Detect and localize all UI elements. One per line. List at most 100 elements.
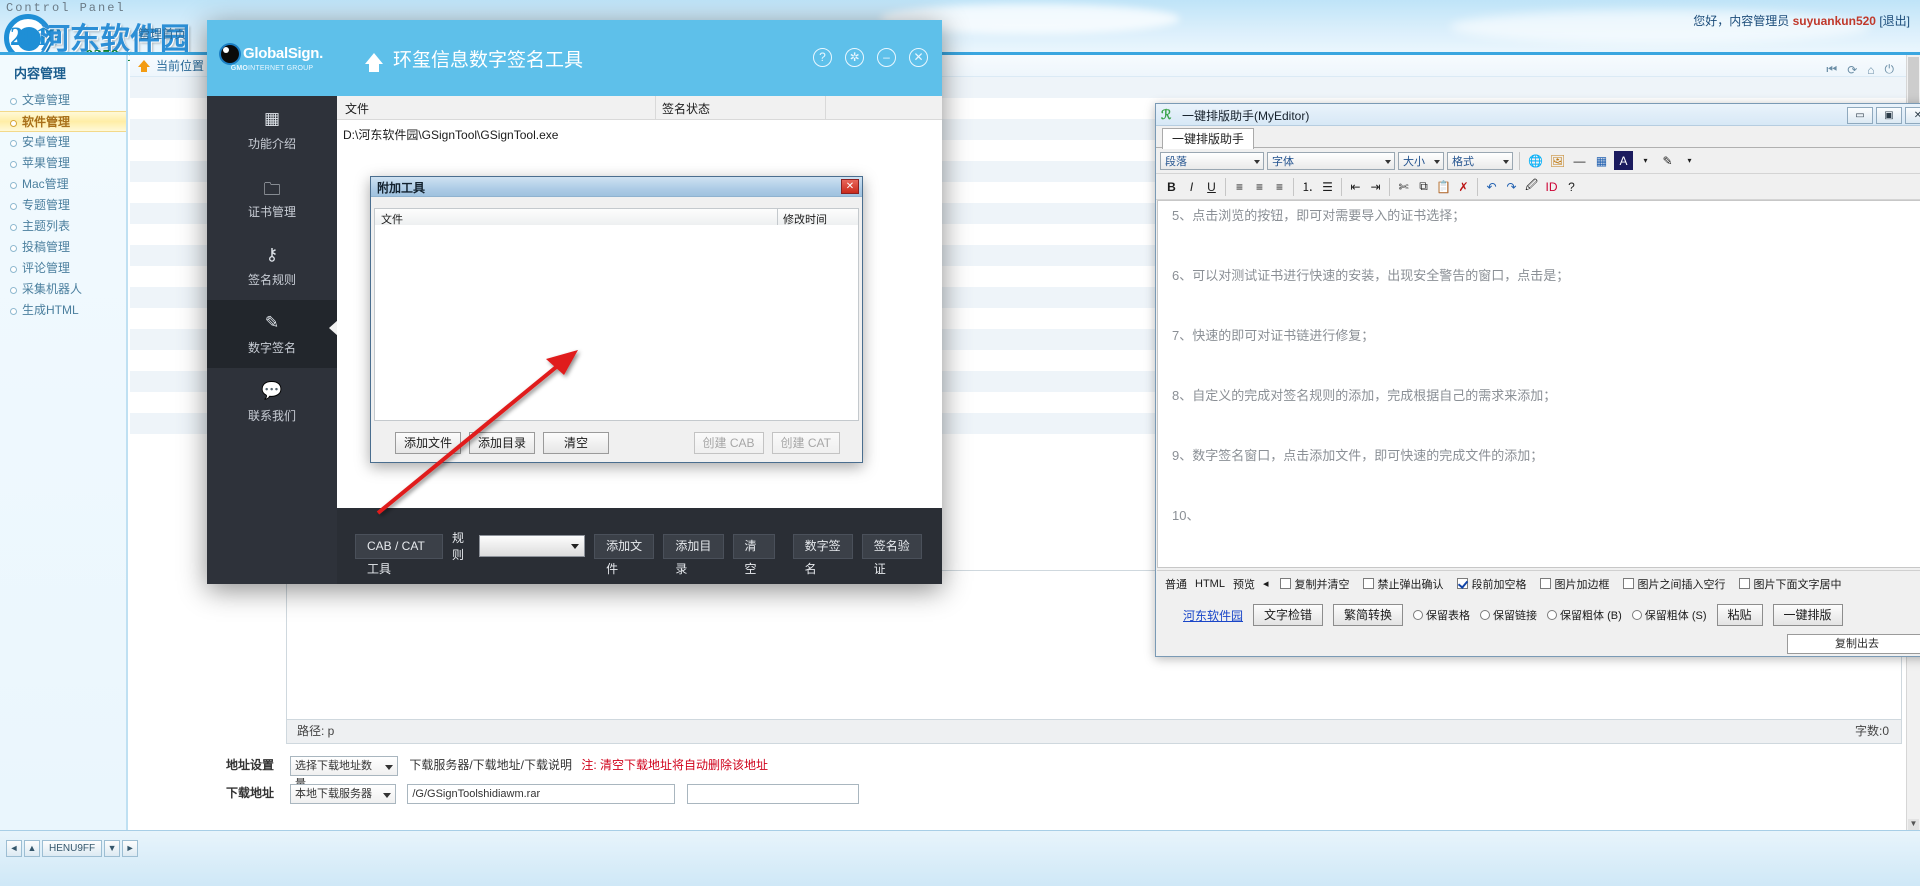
taskbar-up-icon[interactable]: ▲ <box>24 839 40 857</box>
clear-button[interactable]: 清空 <box>732 533 775 576</box>
checkbox-option-1[interactable]: 禁止弹出确认 <box>1363 576 1443 592</box>
gsign-nav-item-3[interactable]: ✎ 数字签名 <box>207 300 337 368</box>
scroll-down-icon[interactable]: ▼ <box>1908 819 1919 830</box>
maximize-button[interactable]: ▣ <box>1876 107 1902 124</box>
download-server-select[interactable]: 本地下载服务器 <box>290 784 396 804</box>
radio-option-0[interactable]: 保留表格 <box>1413 607 1470 623</box>
font-color-icon[interactable]: A <box>1614 151 1633 170</box>
checkbox-icon[interactable] <box>1739 578 1751 589</box>
underline-icon[interactable]: U <box>1202 177 1221 196</box>
font-select[interactable]: 字体 <box>1267 151 1395 170</box>
prev-icon[interactable]: ⏮ <box>1826 62 1837 77</box>
sidebar-item-5[interactable]: 专题管理 <box>0 195 126 216</box>
checkbox-icon[interactable] <box>1363 578 1375 589</box>
download-extra-input[interactable] <box>686 784 859 804</box>
logout-link[interactable]: [退出] <box>1879 14 1910 28</box>
digital-sign-button[interactable]: 数字签名 <box>792 533 853 576</box>
checkbox-option-2[interactable]: 段前加空格 <box>1457 576 1526 592</box>
tab-scroll-icon[interactable]: ◂ <box>1259 577 1273 590</box>
cab-cat-tool-button[interactable]: CAB / CAT 工具 <box>355 533 443 576</box>
sidebar-item-4[interactable]: Mac管理 <box>0 174 126 195</box>
radio-icon[interactable] <box>1547 610 1558 620</box>
unordered-list-icon[interactable]: ☰ <box>1318 177 1337 196</box>
taskbar-forward-icon[interactable]: ► <box>122 839 139 857</box>
radio-option-3[interactable]: 保留粗体 (S) <box>1631 607 1707 623</box>
sidebar-item-6[interactable]: 主题列表 <box>0 216 126 237</box>
undo-icon[interactable]: ↶ <box>1482 177 1501 196</box>
power-icon[interactable]: ⏻ <box>1885 62 1895 77</box>
gsign-nav-item-4[interactable]: 💬 联系我们 <box>207 368 337 436</box>
help-icon[interactable]: ? <box>1562 177 1581 196</box>
minimize-button[interactable]: – <box>877 48 896 67</box>
sidebar-item-3[interactable]: 苹果管理 <box>0 153 126 174</box>
home-tool-icon[interactable]: ⌂ <box>1867 63 1874 77</box>
paragraph-select[interactable]: 段落 <box>1160 151 1264 170</box>
horizontal-rule-icon[interactable]: — <box>1570 151 1589 170</box>
checkbox-icon[interactable] <box>1457 578 1469 589</box>
simplified-traditional-button[interactable]: 繁简转换 <box>1333 604 1404 626</box>
address-count-select[interactable]: 选择下载地址数量 <box>290 756 398 790</box>
insert-image-icon[interactable]: 🖼 <box>1548 151 1567 170</box>
align-center-icon[interactable]: ≡ <box>1250 177 1269 196</box>
sidebar-item-1[interactable]: 软件管理 <box>0 111 126 132</box>
radio-icon[interactable] <box>1413 610 1424 620</box>
tab-preview[interactable]: 预览 <box>1229 576 1259 592</box>
download-path-input[interactable]: /G/GSignToolshidiawm.rar <box>407 784 676 804</box>
paste-button[interactable]: 粘贴 <box>1716 604 1763 626</box>
gsign-nav-item-0[interactable]: ▦ 功能介绍 <box>207 96 337 164</box>
chevron-down-icon[interactable]: ▾ <box>1636 151 1655 170</box>
copy-icon[interactable]: ⧉ <box>1414 177 1433 196</box>
close-icon[interactable]: ✕ <box>841 179 859 194</box>
ordered-list-icon[interactable]: ⒈ <box>1298 177 1317 196</box>
chevron-down-icon[interactable]: ▾ <box>1680 151 1699 170</box>
create-cab-button[interactable]: 创建 CAB <box>693 432 764 454</box>
create-cat-button[interactable]: 创建 CAT <box>771 432 840 454</box>
paste-icon[interactable]: 📋 <box>1434 177 1453 196</box>
copy-out-button[interactable]: 复制出去 <box>1787 634 1920 654</box>
redo-icon[interactable]: ↷ <box>1502 177 1521 196</box>
minimize-button[interactable]: ▭ <box>1847 107 1873 124</box>
myeditor-titlebar[interactable]: ℛ 一键排版助手(MyEditor) ▭ ▣ ✕ <box>1156 104 1920 126</box>
addon-add-file-button[interactable]: 添加文件 <box>395 432 462 454</box>
rule-select[interactable] <box>479 535 586 557</box>
insert-table-icon[interactable]: ▦ <box>1592 151 1611 170</box>
gsign-nav-item-1[interactable]: 🗀 证书管理 <box>207 164 337 232</box>
addon-dialog-titlebar[interactable]: 附加工具 ✕ <box>371 177 862 197</box>
checkbox-icon[interactable] <box>1280 578 1292 589</box>
settings-button[interactable]: ✲ <box>845 48 864 67</box>
checkbox-option-0[interactable]: 复制并清空 <box>1280 576 1349 592</box>
edit-source-icon[interactable]: 🖉 <box>1522 177 1541 196</box>
verify-signature-button[interactable]: 签名验证 <box>861 533 922 576</box>
checkbox-option-3[interactable]: 图片加边框 <box>1540 576 1609 592</box>
site-link[interactable]: 河东软件园 <box>1183 607 1243 624</box>
radio-icon[interactable] <box>1631 610 1642 620</box>
sidebar-item-10[interactable]: 生成HTML <box>0 300 126 321</box>
checkbox-icon[interactable] <box>1623 578 1635 589</box>
bold-icon[interactable]: B <box>1162 177 1181 196</box>
tab-html[interactable]: HTML <box>1191 578 1229 590</box>
id-icon[interactable]: ID <box>1542 177 1561 196</box>
tab-myeditor[interactable]: 一键排版助手 <box>1162 128 1255 149</box>
tab-normal[interactable]: 普通 <box>1161 576 1191 592</box>
web-link-icon[interactable]: 🌐 <box>1526 151 1545 170</box>
sidebar-item-9[interactable]: 采集机器人 <box>0 279 126 300</box>
close-button[interactable]: ✕ <box>909 48 928 67</box>
radio-option-1[interactable]: 保留链接 <box>1480 607 1537 623</box>
help-button[interactable]: ? <box>813 48 832 67</box>
sidebar-item-2[interactable]: 安卓管理 <box>0 132 126 153</box>
radio-option-2[interactable]: 保留粗体 (B) <box>1547 607 1622 623</box>
format-button[interactable]: 一键排版 <box>1772 604 1843 626</box>
delete-icon[interactable]: ✗ <box>1454 177 1473 196</box>
close-button[interactable]: ✕ <box>1905 107 1920 124</box>
sidebar-item-0[interactable]: 文章管理 <box>0 90 126 111</box>
addon-add-directory-button[interactable]: 添加目录 <box>469 432 536 454</box>
addon-clear-button[interactable]: 清空 <box>543 432 610 454</box>
italic-icon[interactable]: I <box>1182 177 1201 196</box>
taskbar-back-icon[interactable]: ◄ <box>6 839 22 857</box>
spellcheck-button[interactable]: 文字检错 <box>1253 604 1324 626</box>
checkbox-icon[interactable] <box>1540 578 1552 589</box>
checkbox-option-5[interactable]: 图片下面文字居中 <box>1739 576 1841 592</box>
addon-file-list[interactable] <box>374 225 859 421</box>
add-directory-button[interactable]: 添加目录 <box>663 533 724 576</box>
refresh-icon[interactable]: ⟳ <box>1847 63 1857 77</box>
